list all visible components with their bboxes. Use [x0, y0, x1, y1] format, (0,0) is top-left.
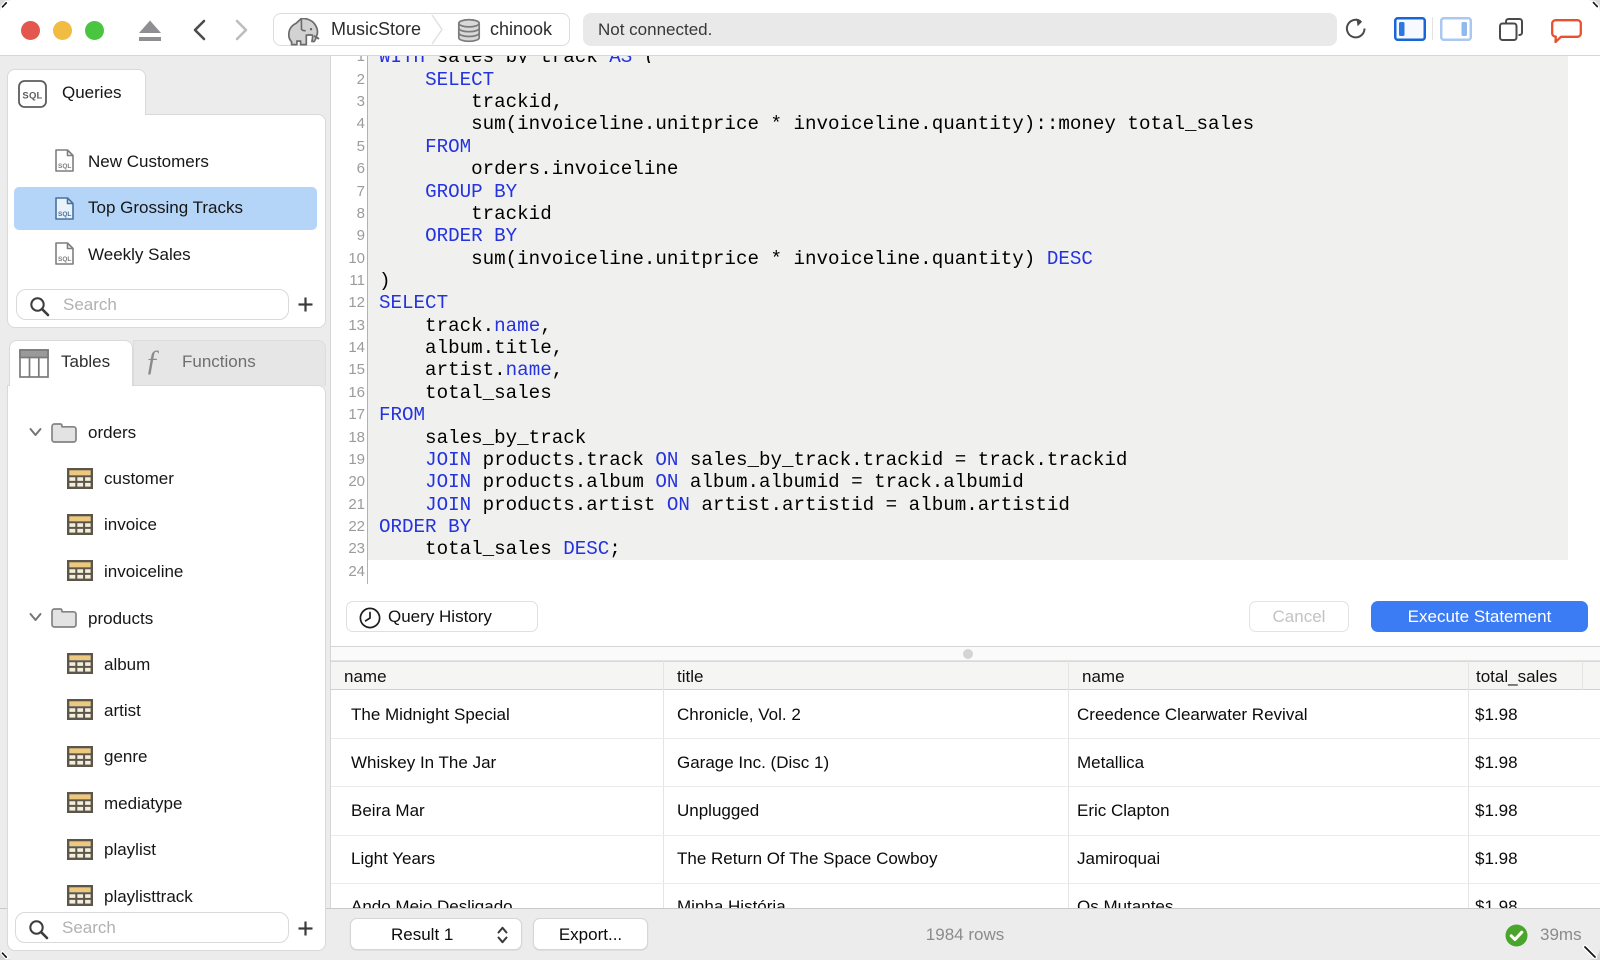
svg-text:SQL: SQL [22, 91, 42, 102]
svg-text:SQL: SQL [58, 256, 71, 263]
svg-text:SQL: SQL [58, 211, 71, 218]
svg-text:SQL: SQL [58, 163, 71, 170]
